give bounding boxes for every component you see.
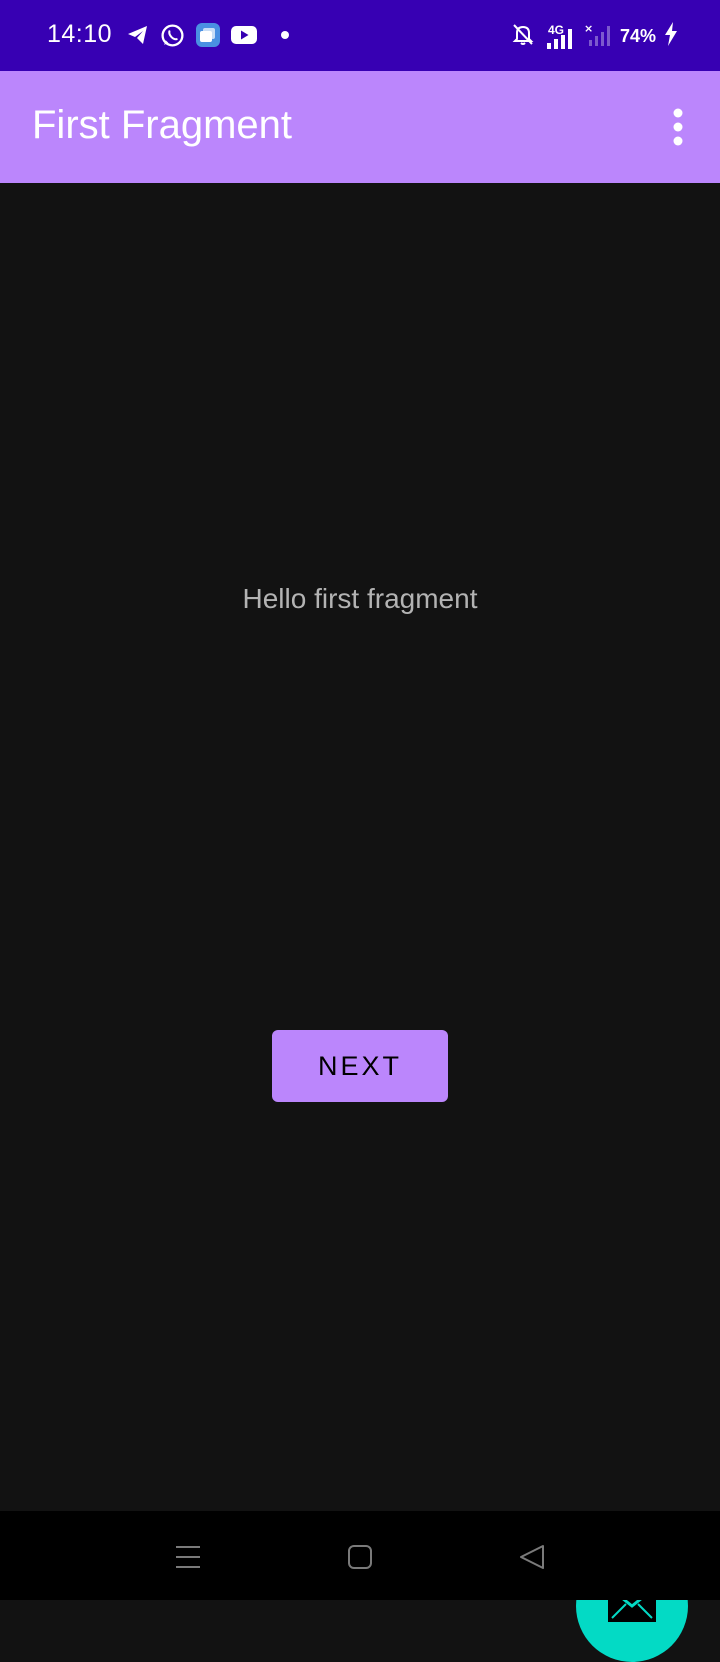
signal-no-service-icon: × xyxy=(584,22,612,51)
system-status-icons: 4G × 74% xyxy=(512,22,678,51)
system-navigation-bar xyxy=(0,1511,720,1600)
charging-icon xyxy=(664,22,678,51)
signal-4g-icon: 4G xyxy=(542,22,576,49)
hello-text: Hello first fragment xyxy=(242,583,478,614)
fragment-content: Hello first fragment NEXT xyxy=(0,183,720,1662)
notification-icons xyxy=(126,22,289,48)
whatsapp-icon xyxy=(160,23,185,48)
status-time: 14:10 xyxy=(47,20,113,48)
app-notification-icon xyxy=(195,22,221,48)
telegram-icon xyxy=(126,23,150,47)
more-vert-icon[interactable] xyxy=(668,107,688,147)
dot-icon xyxy=(281,31,289,39)
home-icon[interactable] xyxy=(342,1539,378,1575)
youtube-icon xyxy=(231,25,257,45)
battery-level: 74% xyxy=(619,26,656,46)
bell-off-icon xyxy=(512,22,534,51)
status-bar: 14:10 4G × 74% xyxy=(0,0,720,71)
network-type-label: 4G xyxy=(547,22,564,37)
menu-icon[interactable] xyxy=(170,1539,206,1575)
app-bar: First Fragment xyxy=(0,71,720,183)
svg-text:×: × xyxy=(584,22,593,35)
next-button[interactable]: NEXT xyxy=(272,1030,448,1102)
back-icon[interactable] xyxy=(514,1539,550,1575)
page-title: First Fragment xyxy=(32,103,293,147)
